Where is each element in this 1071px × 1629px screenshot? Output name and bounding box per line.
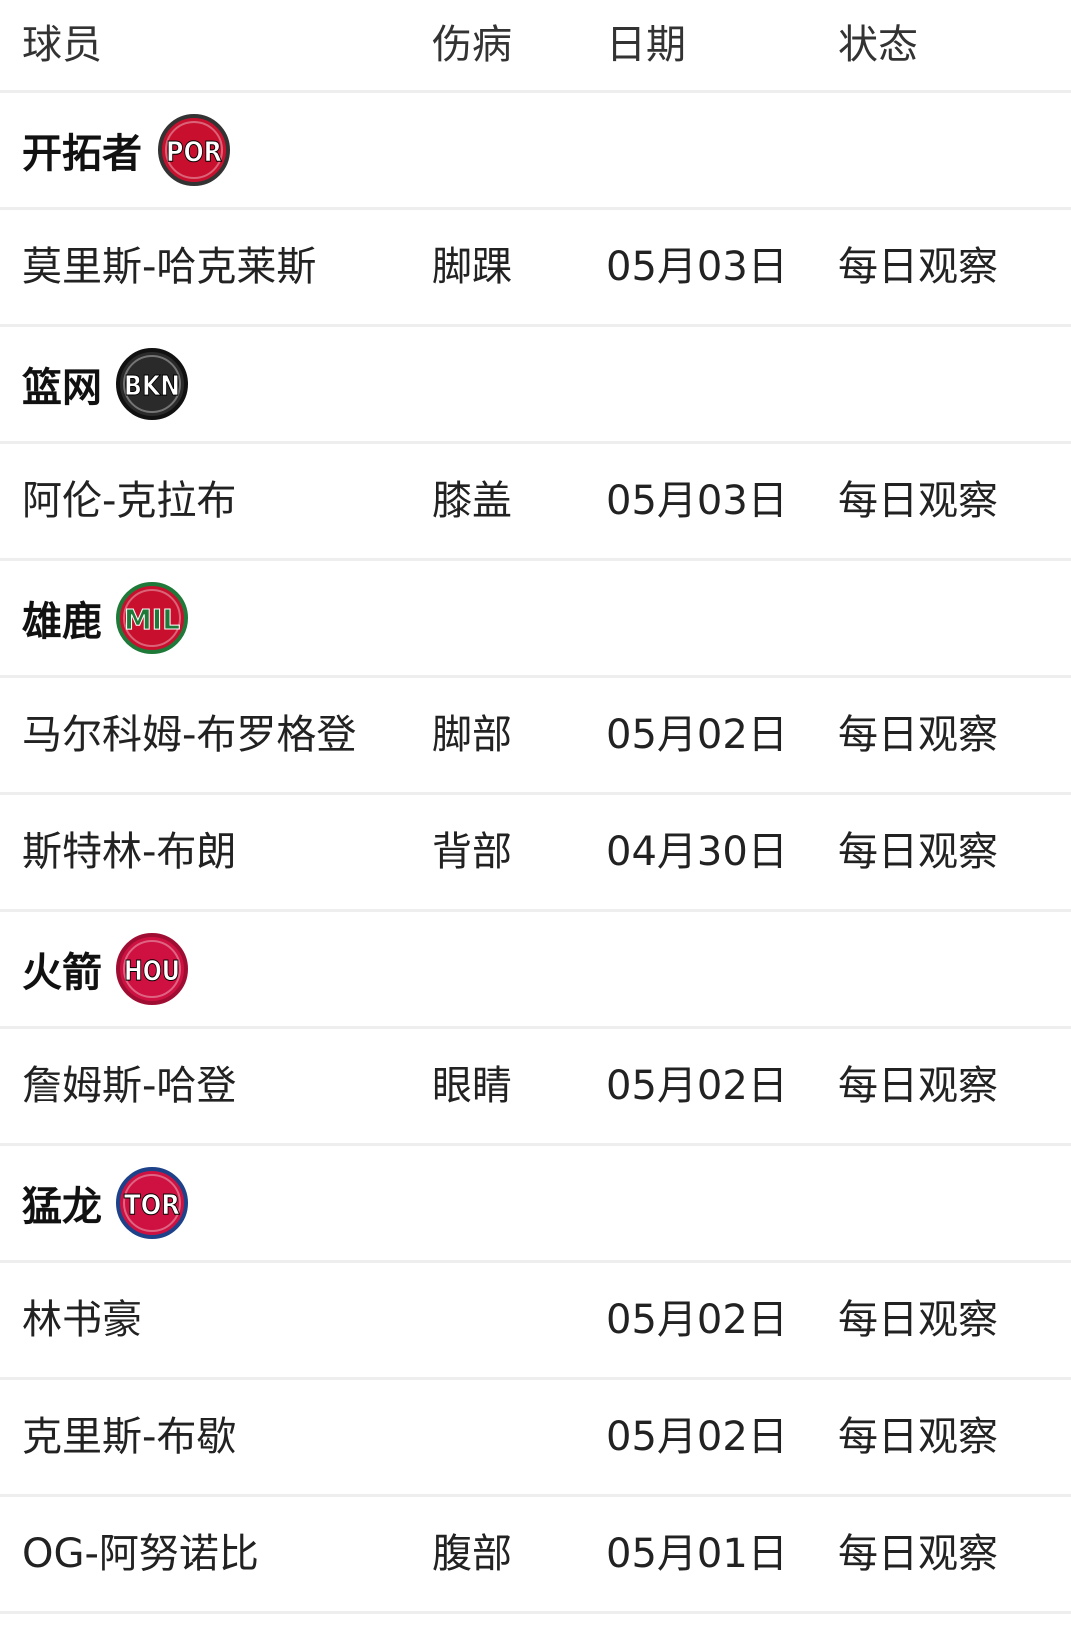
player-date: 05月03日	[606, 244, 788, 290]
team-name: 篮网	[22, 365, 102, 411]
team-row[interactable]: 篮网 BKN	[0, 327, 1071, 444]
player-name: 詹姆斯-哈登	[22, 1063, 237, 1109]
injury-table: 球员 伤病 日期 状态 开拓者 POR 莫里斯-哈克莱斯 脚踝 05月03日 每日观察 篮网…	[0, 0, 1071, 1614]
team-logo-abbr: MIL	[124, 603, 180, 636]
player-name: OG-阿努诺比	[22, 1531, 259, 1577]
team-logo-abbr: POR	[166, 135, 222, 168]
team-logo-abbr: TOR	[124, 1188, 180, 1221]
header-status: 状态	[838, 22, 918, 68]
player-name: 莫里斯-哈克莱斯	[22, 244, 317, 290]
player-row[interactable]: 斯特林-布朗 背部 04月30日 每日观察	[0, 795, 1071, 912]
player-injury: 脚部	[432, 712, 512, 758]
player-name: 林书豪	[22, 1297, 142, 1343]
player-date: 05月01日	[606, 1531, 788, 1577]
team-row[interactable]: 雄鹿 MIL	[0, 561, 1071, 678]
player-row[interactable]: OG-阿努诺比 腹部 05月01日 每日观察	[0, 1497, 1071, 1614]
team-row[interactable]: 猛龙 TOR	[0, 1146, 1071, 1263]
player-row[interactable]: 林书豪 05月02日 每日观察	[0, 1263, 1071, 1380]
header-player: 球员	[22, 22, 102, 68]
player-date: 05月02日	[606, 1297, 788, 1343]
player-status: 每日观察	[838, 829, 998, 875]
player-status: 每日观察	[838, 1063, 998, 1109]
team-row[interactable]: 火箭 HOU	[0, 912, 1071, 1029]
player-row[interactable]: 詹姆斯-哈登 眼睛 05月02日 每日观察	[0, 1029, 1071, 1146]
player-injury: 膝盖	[432, 478, 512, 524]
team-name: 雄鹿	[22, 599, 102, 645]
player-name: 克里斯-布歇	[22, 1414, 237, 1460]
player-status: 每日观察	[838, 244, 998, 290]
player-date: 05月03日	[606, 478, 788, 524]
table-header: 球员 伤病 日期 状态	[0, 0, 1071, 93]
player-name: 阿伦-克拉布	[22, 478, 237, 524]
team-logo-icon: MIL	[116, 582, 188, 654]
header-date: 日期	[606, 22, 686, 68]
player-status: 每日观察	[838, 712, 998, 758]
player-injury: 腹部	[432, 1531, 512, 1577]
table-body: 开拓者 POR 莫里斯-哈克莱斯 脚踝 05月03日 每日观察 篮网 BKN 阿伦-克拉布 膝盖 0…	[0, 93, 1071, 1614]
player-injury: 脚踝	[432, 244, 512, 290]
player-date: 05月02日	[606, 1414, 788, 1460]
team-logo-abbr: HOU	[124, 954, 180, 987]
player-row[interactable]: 克里斯-布歇 05月02日 每日观察	[0, 1380, 1071, 1497]
team-name: 猛龙	[22, 1184, 102, 1230]
team-logo-abbr: BKN	[124, 369, 180, 402]
player-date: 05月02日	[606, 712, 788, 758]
player-row[interactable]: 马尔科姆-布罗格登 脚部 05月02日 每日观察	[0, 678, 1071, 795]
team-logo-icon: POR	[158, 114, 230, 186]
player-injury: 眼睛	[432, 1063, 512, 1109]
player-date: 04月30日	[606, 829, 788, 875]
team-logo-icon: BKN	[116, 348, 188, 420]
player-row[interactable]: 莫里斯-哈克莱斯 脚踝 05月03日 每日观察	[0, 210, 1071, 327]
player-status: 每日观察	[838, 1414, 998, 1460]
player-status: 每日观察	[838, 1531, 998, 1577]
player-status: 每日观察	[838, 478, 998, 524]
team-logo-icon: TOR	[116, 1167, 188, 1239]
header-injury: 伤病	[432, 22, 512, 68]
player-injury: 背部	[432, 829, 512, 875]
player-name: 马尔科姆-布罗格登	[22, 712, 357, 758]
player-date: 05月02日	[606, 1063, 788, 1109]
player-name: 斯特林-布朗	[22, 829, 237, 875]
player-row[interactable]: 阿伦-克拉布 膝盖 05月03日 每日观察	[0, 444, 1071, 561]
team-name: 开拓者	[22, 131, 142, 177]
team-name: 火箭	[22, 950, 102, 996]
team-logo-icon: HOU	[116, 933, 188, 1005]
player-status: 每日观察	[838, 1297, 998, 1343]
team-row[interactable]: 开拓者 POR	[0, 93, 1071, 210]
